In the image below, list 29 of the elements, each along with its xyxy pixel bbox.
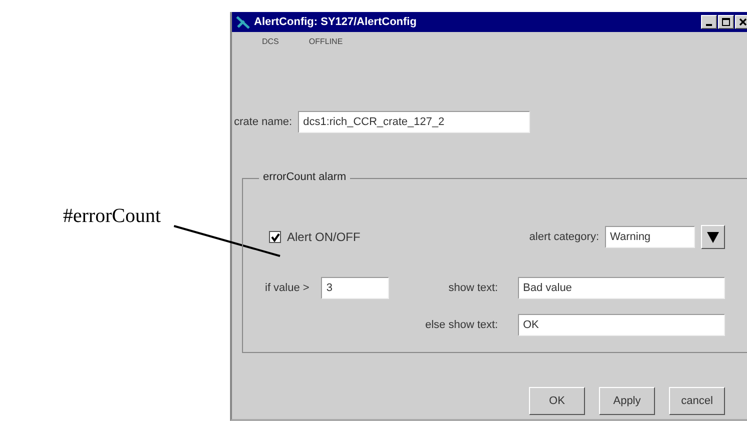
crate-name-field[interactable]: dcs1:rich_CCR_crate_127_2: [298, 111, 530, 133]
threshold-field[interactable]: 3: [321, 277, 390, 299]
menu-item[interactable]: OFFLINE: [308, 37, 343, 55]
check-icon: [270, 232, 280, 242]
category-dropdown[interactable]: Warning: [605, 226, 695, 248]
crate-name-label: crate name:: [234, 116, 292, 128]
group-title: errorCount alarm: [259, 171, 350, 183]
maximize-icon: [722, 18, 730, 26]
show-text-label: show text:: [448, 282, 498, 294]
dropdown-button[interactable]: [701, 225, 725, 249]
close-button[interactable]: [735, 15, 747, 29]
dialog-button[interactable]: cancel: [669, 387, 725, 415]
alert-checkbox[interactable]: [269, 231, 281, 243]
show-text-field[interactable]: Bad value: [518, 277, 725, 299]
caret-icon: [707, 231, 719, 243]
dialog-button[interactable]: OK: [529, 387, 585, 415]
dialog-button[interactable]: Apply: [599, 387, 655, 415]
else-text-label: else show text:: [425, 319, 498, 331]
annotation-label: #errorCount: [63, 205, 161, 227]
minimize-button[interactable]: [701, 15, 717, 29]
threshold-label: if value >: [265, 282, 310, 294]
else-text-field[interactable]: OK: [518, 314, 725, 336]
maximize-button[interactable]: [718, 15, 734, 29]
alert-category-label: alert category:: [529, 231, 599, 243]
window-title: AlertConfig: SY127/AlertConfig: [254, 16, 417, 28]
close-icon: [739, 18, 747, 26]
app-icon: [236, 15, 250, 29]
alert-label: Alert ON/OFF: [287, 230, 360, 244]
menu-item[interactable]: DCS: [262, 37, 279, 55]
